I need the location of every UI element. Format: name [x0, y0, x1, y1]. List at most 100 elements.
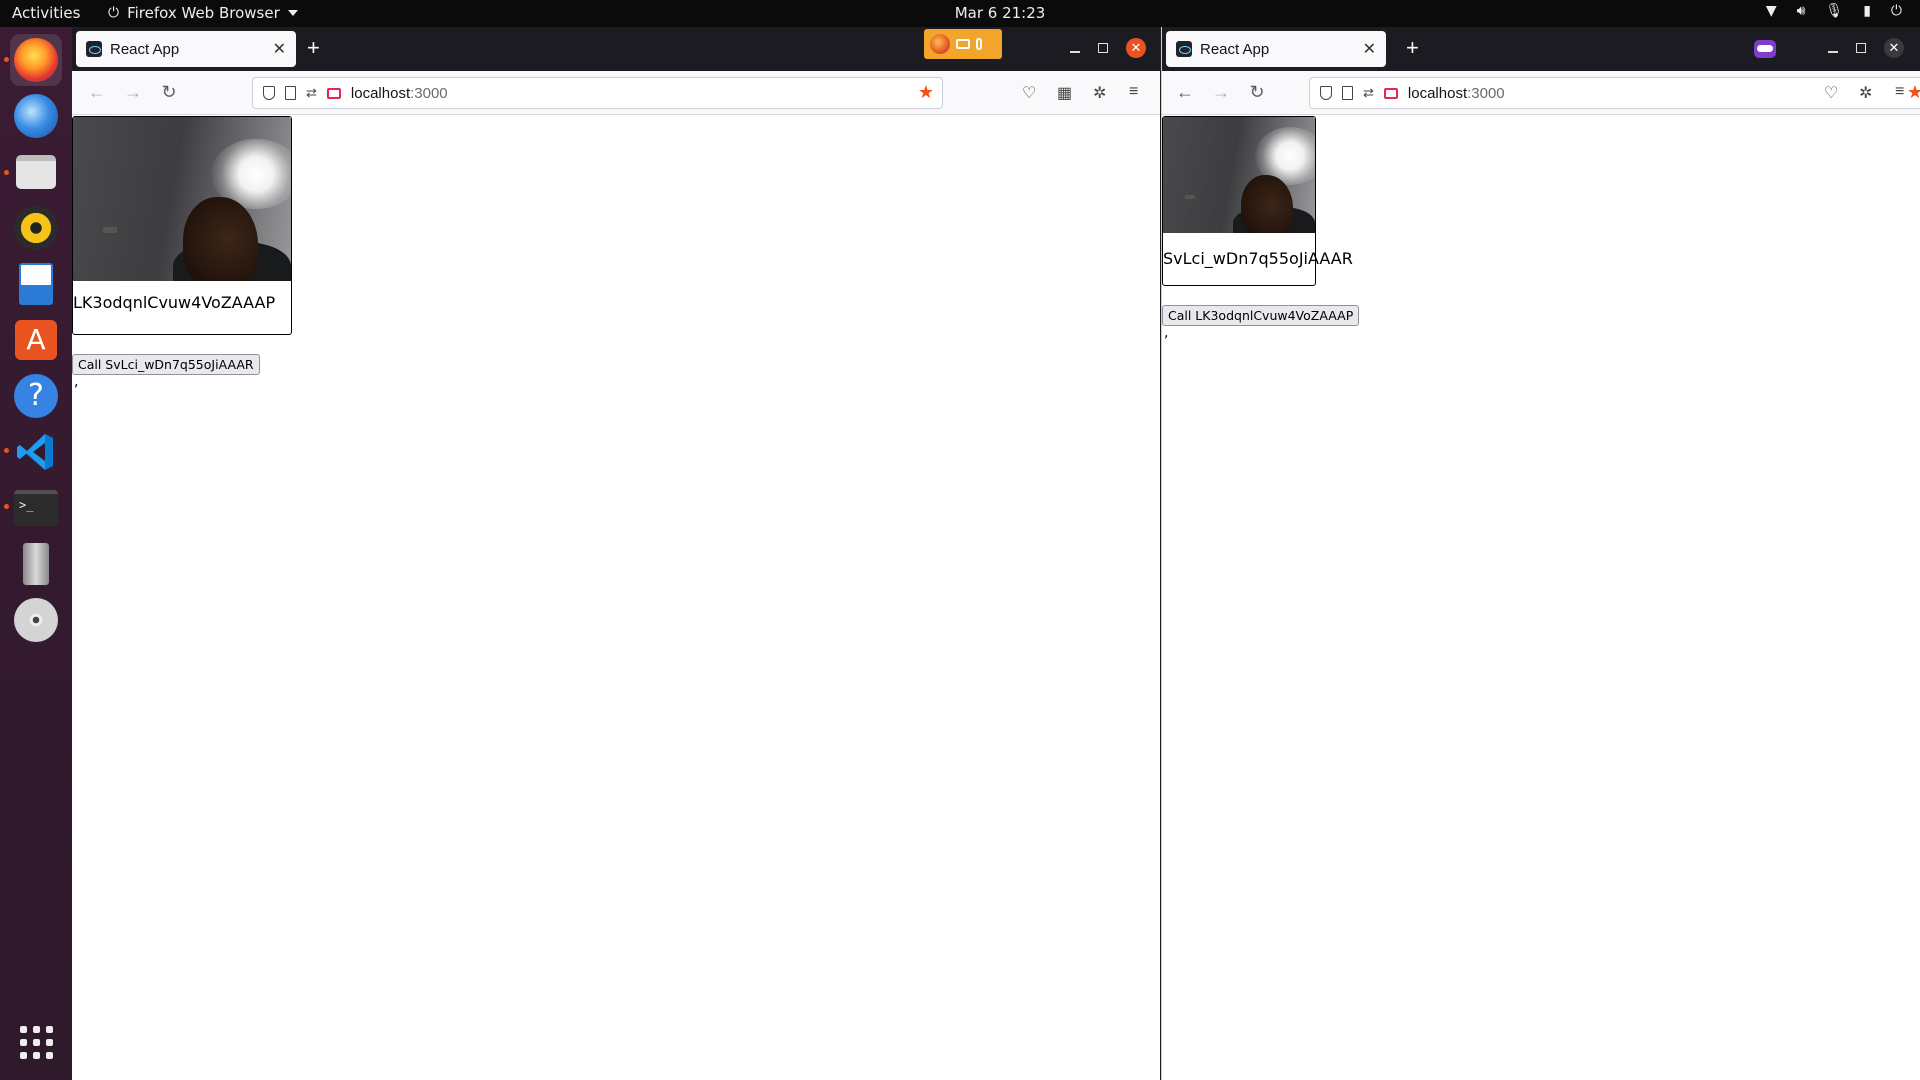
- vscode-icon: [17, 434, 53, 470]
- dock-writer[interactable]: [10, 258, 62, 310]
- dock-vscode[interactable]: [10, 426, 62, 478]
- reload-button[interactable]: ↻: [158, 82, 180, 103]
- forward-button[interactable]: →: [122, 82, 144, 103]
- tab-bar: React App ✕ + ✕: [1162, 27, 1920, 71]
- battery-icon: ▮: [1863, 3, 1871, 19]
- react-favicon-icon: [1176, 41, 1192, 57]
- permissions-icon[interactable]: ⇄: [306, 85, 317, 101]
- browser-window-left: React App ✕ + ✕ ← → ↻ ⇄ localhost:3000 ★…: [72, 27, 1160, 1080]
- close-window-button[interactable]: ✕: [1126, 38, 1146, 58]
- ubuntu-software-icon: A: [15, 320, 57, 360]
- back-button[interactable]: ←: [86, 82, 108, 103]
- url-host: localhost: [350, 84, 411, 102]
- camera-sharing-icon[interactable]: [326, 87, 341, 99]
- dock-firefox[interactable]: [10, 34, 62, 86]
- tab-bar: React App ✕ + ✕: [72, 27, 1160, 71]
- tab-react-app[interactable]: React App ✕: [76, 31, 296, 67]
- dock-help[interactable]: ?: [10, 370, 62, 422]
- bookmark-star-icon[interactable]: ★: [918, 82, 934, 103]
- usb-drive-icon: [23, 543, 49, 585]
- peer-id-label: LK3odqnlCvuw4VoZAAAP: [73, 293, 276, 312]
- running-indicator: [4, 448, 9, 453]
- dock-rhythmbox[interactable]: [10, 202, 62, 254]
- thunderbird-icon: [14, 94, 58, 138]
- dock-terminal[interactable]: >_: [10, 482, 62, 534]
- url-bar[interactable]: ⇄ localhost:3000 ★: [252, 77, 943, 109]
- sharing-indicator[interactable]: [924, 29, 1002, 59]
- menu-icon[interactable]: ≡: [1129, 83, 1138, 101]
- dock-files[interactable]: [10, 146, 62, 198]
- running-indicator: [4, 170, 9, 175]
- dock: A ? >_: [0, 27, 72, 1080]
- window-controls: ✕: [1070, 38, 1146, 58]
- reload-button[interactable]: ↻: [1246, 82, 1268, 103]
- dock-usb-drive[interactable]: [10, 538, 62, 590]
- show-apps-icon: [19, 1025, 53, 1059]
- bookmark-star-icon[interactable]: ★: [1907, 82, 1920, 103]
- new-tab-button[interactable]: +: [1406, 35, 1419, 61]
- pocket-icon[interactable]: ♡: [1022, 83, 1036, 103]
- dock-dvd-drive[interactable]: [10, 594, 62, 646]
- camera-icon: [956, 39, 970, 49]
- minimize-button[interactable]: [1070, 51, 1080, 53]
- close-window-button[interactable]: ✕: [1884, 38, 1904, 58]
- react-favicon-icon: [86, 41, 102, 57]
- call-button[interactable]: Call LK3odqnlCvuw4VoZAAAP: [1162, 305, 1360, 326]
- extensions-puzzle-icon[interactable]: ✲: [1093, 83, 1106, 103]
- dock-thunderbird[interactable]: [10, 90, 62, 142]
- extensions-puzzle-icon[interactable]: ✲: [1859, 83, 1872, 103]
- page-content: LK3odqnlCvuw4VoZAAAP Call SvLci_wDn7q55o…: [72, 116, 1160, 1080]
- minimize-button[interactable]: [1828, 51, 1838, 53]
- close-icon[interactable]: ✕: [1363, 39, 1376, 59]
- navigation-toolbar: ← → ↻ ⇄ localhost:3000 ★ ♡ ▦ ✲ ≡: [72, 71, 1160, 115]
- peer-id-label: SvLci_wDn7q55oJiAAAR: [1163, 249, 1353, 268]
- webcam-video: [73, 117, 291, 281]
- dvd-drive-icon: [14, 598, 58, 642]
- maximize-button[interactable]: [1856, 43, 1866, 53]
- help-icon: ?: [14, 374, 58, 418]
- wifi-icon: ▼: [1765, 3, 1777, 19]
- maximize-button[interactable]: [1098, 43, 1108, 53]
- trailing-text: ,: [1164, 325, 1169, 341]
- navigation-toolbar: ← → ↻ ⇄ localhost:3000 ★ ♡ ✲ ≡: [1162, 71, 1920, 115]
- private-browsing-icon: [1754, 40, 1776, 58]
- tab-title: React App: [1200, 40, 1270, 58]
- camera-sharing-icon[interactable]: [1383, 87, 1398, 99]
- system-tray[interactable]: ▼ 🔊︎ 🎙︎ ▮ ⏻: [1766, 3, 1902, 19]
- tab-title: React App: [110, 40, 180, 58]
- video-card: SvLci_wDn7q55oJiAAAR: [1162, 116, 1353, 286]
- clock[interactable]: Mar 6 21:23: [0, 4, 1920, 22]
- tracking-protection-icon[interactable]: [263, 86, 275, 100]
- url-host: localhost: [1407, 84, 1468, 102]
- terminal-icon: >_: [14, 490, 58, 526]
- menu-icon[interactable]: ≡: [1895, 83, 1904, 101]
- rhythmbox-icon: [14, 206, 58, 250]
- page-content: SvLci_wDn7q55oJiAAAR Call LK3odqnlCvuw4V…: [1162, 116, 1920, 1080]
- firefox-icon: [930, 34, 950, 54]
- show-apps-button[interactable]: [10, 1016, 62, 1068]
- new-tab-button[interactable]: +: [307, 35, 320, 61]
- url-port: :3000: [410, 84, 448, 102]
- libreoffice-writer-icon: [19, 263, 53, 305]
- call-button[interactable]: Call SvLci_wDn7q55oJiAAAR: [72, 354, 260, 375]
- tracking-protection-icon[interactable]: [1320, 86, 1332, 100]
- page-info-icon[interactable]: [1342, 86, 1353, 100]
- url-port: :3000: [1467, 84, 1505, 102]
- extension-icon[interactable]: ▦: [1057, 83, 1072, 103]
- trailing-text: ,: [74, 374, 79, 390]
- video-card: LK3odqnlCvuw4VoZAAAP: [72, 116, 292, 335]
- running-indicator: [4, 504, 9, 509]
- page-info-icon[interactable]: [285, 86, 296, 100]
- tab-react-app[interactable]: React App ✕: [1166, 31, 1386, 67]
- pocket-icon[interactable]: ♡: [1824, 83, 1838, 103]
- microphone-icon: [976, 38, 982, 50]
- close-icon[interactable]: ✕: [273, 39, 286, 59]
- permissions-icon[interactable]: ⇄: [1363, 85, 1374, 101]
- volume-icon: 🔊︎: [1796, 3, 1806, 19]
- back-button[interactable]: ←: [1174, 82, 1196, 103]
- forward-button[interactable]: →: [1210, 82, 1232, 103]
- microphone-icon: 🎙︎: [1825, 3, 1844, 19]
- window-controls: ✕: [1828, 38, 1904, 58]
- dock-software[interactable]: A: [10, 314, 62, 366]
- browser-window-right: React App ✕ + ✕ ← → ↻ ⇄ localhost:3000 ★…: [1161, 27, 1920, 1080]
